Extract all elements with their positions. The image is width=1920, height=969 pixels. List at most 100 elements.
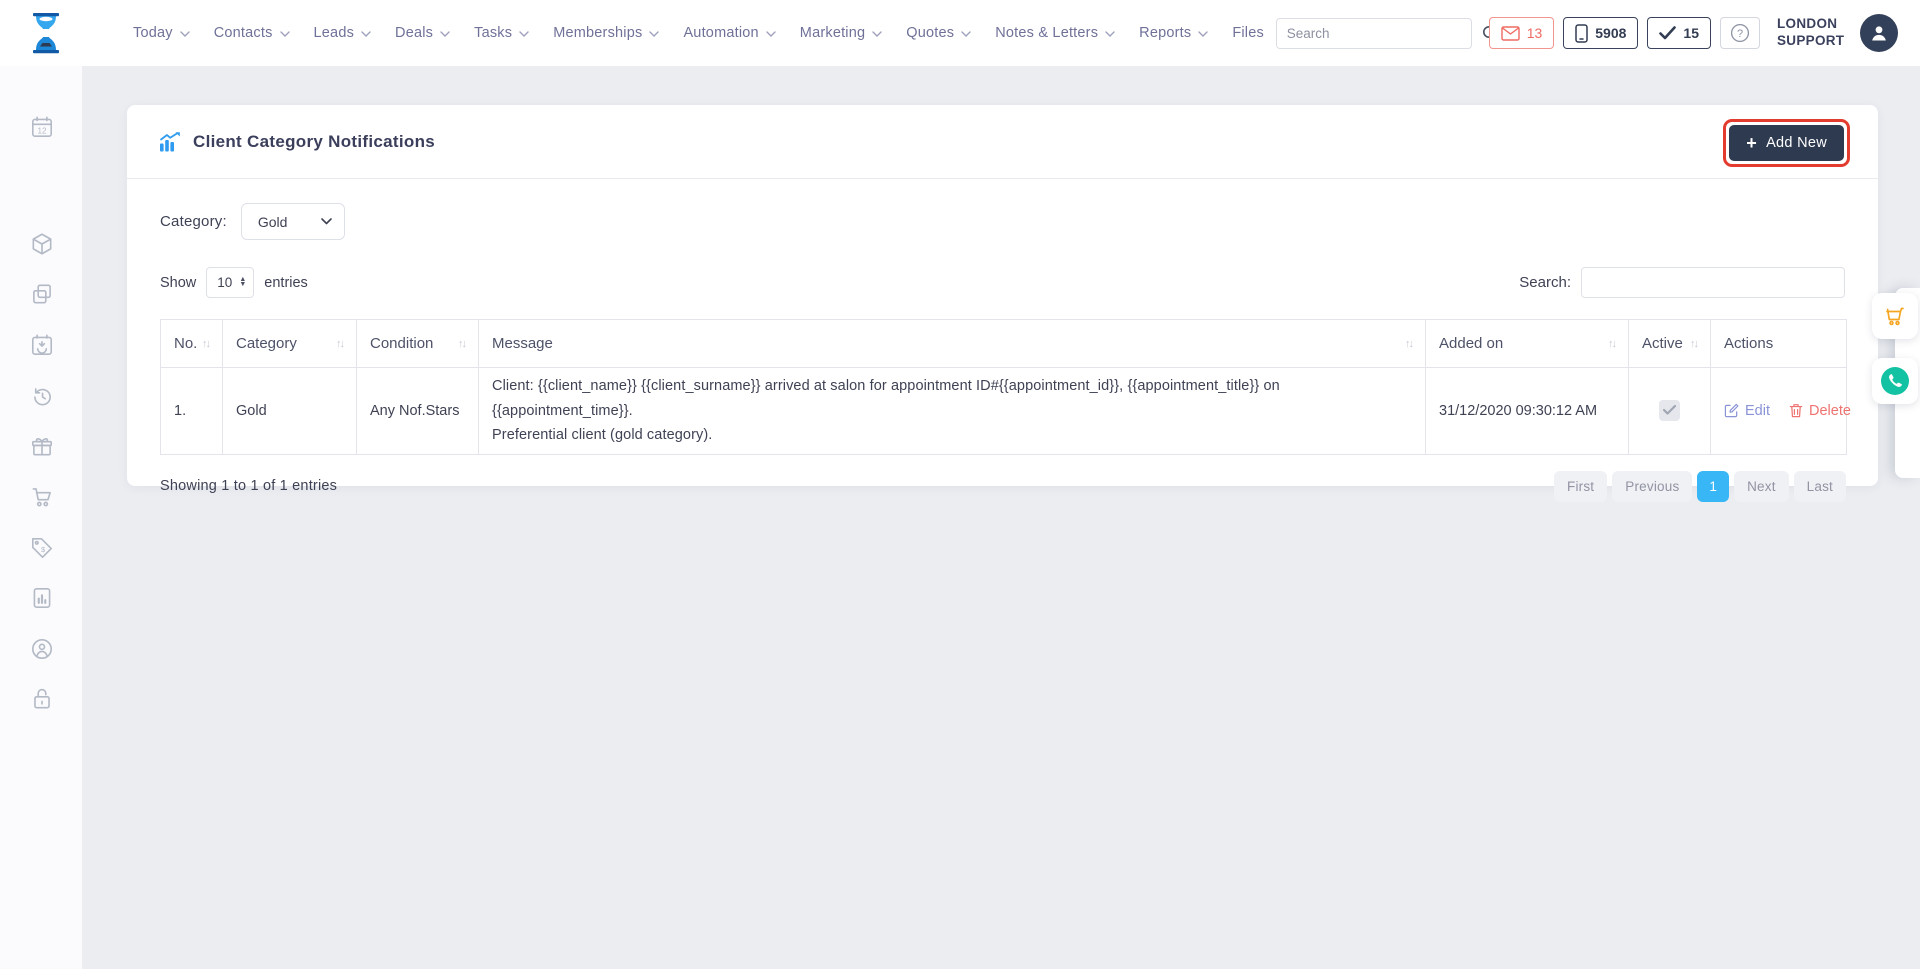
nav-item-files[interactable]: Files [1232, 25, 1264, 41]
add-new-highlight-box: + Add New [1723, 119, 1850, 167]
nav-item-notes-letters[interactable]: Notes & Letters [995, 25, 1115, 41]
cell-category: Gold [223, 368, 357, 455]
nav-item-today[interactable]: Today [133, 25, 190, 41]
entries-label: entries [264, 275, 308, 291]
nav-item-tasks[interactable]: Tasks [474, 25, 529, 41]
cell-added-on: 31/12/2020 09:30:12 AM [1426, 368, 1629, 455]
column-header-added-on[interactable]: Added on↑↓ [1426, 320, 1629, 368]
user-avatar-icon [1860, 14, 1898, 52]
pagination-page-1-button[interactable]: 1 [1697, 471, 1729, 502]
nav-item-quotes[interactable]: Quotes [906, 25, 971, 41]
category-label: Category: [160, 213, 227, 230]
nav-item-automation[interactable]: Automation [683, 25, 775, 41]
cart-widget-button[interactable] [1872, 293, 1918, 339]
chevron-down-icon [519, 31, 529, 37]
gift-icon [29, 433, 55, 459]
sidebar-item-shop[interactable] [29, 484, 55, 510]
category-select[interactable]: Gold [241, 203, 345, 240]
nav-item-contacts[interactable]: Contacts [214, 25, 290, 41]
chevron-down-icon [1105, 31, 1115, 37]
sidebar-item-discounts[interactable]: $ [29, 535, 55, 561]
cart-orange-icon [1883, 304, 1907, 328]
column-label: Category [236, 335, 297, 352]
nav-item-memberships[interactable]: Memberships [553, 25, 659, 41]
client-category-notifications-panel: Client Category Notifications + Add New … [127, 105, 1878, 486]
tasks-badge[interactable]: 15 [1647, 17, 1711, 49]
svg-text:?: ? [1737, 28, 1743, 40]
sidebar-item-gifts[interactable] [29, 433, 55, 459]
message-line-1: Client: {{client_name}} {{client_surname… [492, 374, 1412, 423]
column-label: Condition [370, 335, 433, 352]
column-header-category[interactable]: Category ↑↓ [223, 320, 357, 368]
pagination-previous-button[interactable]: Previous [1612, 471, 1692, 502]
sidebar-item-account[interactable] [29, 636, 55, 662]
chevron-down-icon [180, 31, 190, 37]
page-size-control: Show 10 ▲▼ entries [160, 267, 308, 298]
envelope-icon [1501, 26, 1520, 41]
sidebar-item-calendar[interactable]: 12 [29, 114, 55, 140]
active-checkbox[interactable] [1659, 400, 1680, 421]
sidebar-item-history[interactable] [29, 383, 55, 409]
svg-text:12: 12 [37, 127, 47, 136]
topbar: Today Contacts Leads Deals Tasks Members… [0, 0, 1920, 66]
history-icon [29, 383, 55, 409]
sidebar-item-bookings[interactable] [29, 332, 55, 358]
column-label: Actions [1724, 335, 1773, 352]
column-header-no[interactable]: No.↑↓ [161, 320, 223, 368]
nav-label: Marketing [800, 25, 865, 41]
user-menu[interactable]: LONDON SUPPORT [1777, 14, 1898, 52]
plus-icon: + [1746, 134, 1757, 152]
chevron-down-icon [766, 31, 776, 37]
nav-label: Quotes [906, 25, 954, 41]
sidebar-item-reports[interactable] [29, 585, 55, 611]
messages-count: 13 [1527, 25, 1543, 41]
cell-actions: Edit Delete [1711, 368, 1847, 455]
table-controls-row: Show 10 ▲▼ entries Search: [160, 267, 1845, 298]
nav-item-reports[interactable]: Reports [1139, 25, 1208, 41]
hourglass-logo-icon[interactable] [26, 9, 66, 57]
calls-badge[interactable]: 5908 [1563, 17, 1638, 49]
pagination-first-button[interactable]: First [1554, 471, 1607, 502]
add-new-button[interactable]: + Add New [1729, 125, 1844, 161]
sort-icon: ↑↓ [336, 338, 343, 350]
topbar-search-input[interactable] [1277, 26, 1474, 41]
delete-button[interactable]: Delete [1789, 403, 1851, 419]
price-tag-icon: $ [29, 535, 55, 561]
chevron-down-icon [1198, 31, 1208, 37]
sort-icon: ↑↓ [202, 338, 209, 350]
nav-label: Leads [314, 25, 355, 41]
cell-no: 1. [161, 368, 223, 455]
sidebar-item-security[interactable] [29, 686, 55, 712]
pagination-next-button[interactable]: Next [1734, 471, 1789, 502]
nav-item-leads[interactable]: Leads [314, 25, 372, 41]
column-header-active[interactable]: Active↑↓ [1629, 320, 1711, 368]
phone-widget-button[interactable] [1872, 358, 1918, 404]
column-header-message[interactable]: Message↑↓ [479, 320, 1426, 368]
nav-label: Contacts [214, 25, 273, 41]
check-icon [1663, 405, 1676, 415]
table-search-input[interactable] [1581, 267, 1845, 298]
cell-condition: Any Nof.Stars [357, 368, 479, 455]
trash-icon [1789, 403, 1803, 418]
nav-item-deals[interactable]: Deals [395, 25, 450, 41]
tasks-count: 15 [1683, 25, 1699, 41]
topbar-right: 13 5908 15 ? LONDON SUPPORT [1276, 0, 1898, 66]
messages-badge[interactable]: 13 [1489, 17, 1555, 49]
page-size-select[interactable]: 10 ▲▼ [206, 267, 254, 298]
chevron-down-icon [961, 31, 971, 37]
nav-label: Tasks [474, 25, 512, 41]
panel-body: Category: Gold Show 10 ▲▼ entries Search… [127, 179, 1878, 502]
sidebar-item-duplicates[interactable] [29, 281, 55, 307]
sidebar-item-packages[interactable] [29, 231, 55, 257]
calls-count: 5908 [1595, 25, 1626, 41]
table-footer: Showing 1 to 1 of 1 entries First Previo… [160, 471, 1846, 502]
pagination-last-button[interactable]: Last [1794, 471, 1846, 502]
category-value: Gold [258, 214, 288, 230]
help-button[interactable]: ? [1720, 17, 1760, 49]
page-size-value: 10 [217, 275, 232, 290]
column-header-actions: Actions [1711, 320, 1847, 368]
edit-button[interactable]: Edit [1724, 403, 1770, 419]
calendar-12-icon: 12 [29, 114, 55, 140]
column-header-condition[interactable]: Condition↑↓ [357, 320, 479, 368]
nav-item-marketing[interactable]: Marketing [800, 25, 882, 41]
